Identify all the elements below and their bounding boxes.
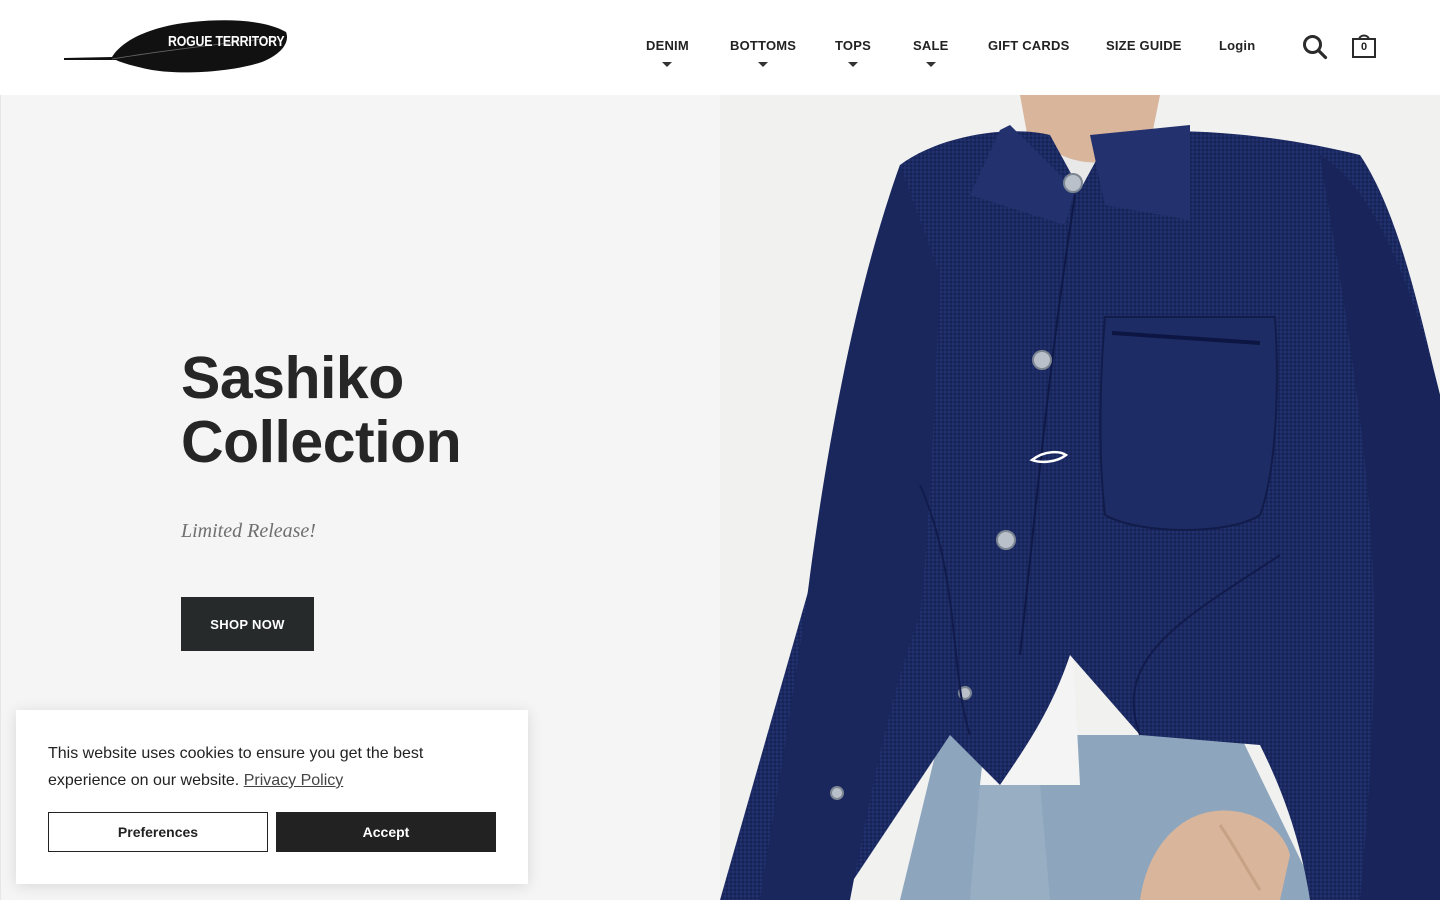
login-link[interactable]: Login [1219,38,1255,53]
nav-item-label: TOPS [835,38,871,53]
nav-item-size-guide[interactable]: SIZE GUIDE [1106,38,1182,53]
hero-title-line-1: Sashiko [181,345,404,411]
privacy-policy-link[interactable]: Privacy Policy [244,772,344,789]
hero-title-line-2: Collection [181,409,462,475]
cookie-message-text: This website uses cookies to ensure you … [48,745,424,789]
nav-item-tops[interactable]: TOPS [835,38,871,67]
hero-title: Sashiko Collection [181,346,601,474]
hero-subtitle: Limited Release! [181,520,316,542]
cookie-consent-banner: This website uses cookies to ensure you … [16,710,528,884]
chevron-down-icon [847,62,858,67]
nav-item-label: GIFT CARDS [988,38,1070,53]
logo-text: ROGUE TERRITORY [168,33,285,50]
preferences-button[interactable]: Preferences [48,812,268,852]
nav-item-denim[interactable]: DENIM [646,38,689,67]
brand-logo[interactable]: ROGUE TERRITORY [62,18,290,76]
cart-count-badge: 0 [1360,41,1368,53]
login-label: Login [1219,38,1256,53]
cookie-message: This website uses cookies to ensure you … [48,740,488,794]
nav-item-sale[interactable]: SALE [913,38,948,67]
nav-item-bottoms[interactable]: BOTTOMS [730,38,796,67]
nav-item-label: SIZE GUIDE [1106,38,1182,53]
nav-item-label: SALE [913,38,949,53]
nav-item-label: BOTTOMS [730,38,797,53]
chevron-down-icon [758,62,769,67]
hero-jacket-illustration [720,95,1440,900]
site-header: ROGUE TERRITORY DENIM BOTTOMS TOPS SALE … [0,0,1440,95]
hero-image [720,95,1440,900]
accept-button[interactable]: Accept [276,812,496,852]
search-icon[interactable] [1302,34,1328,60]
shop-now-button[interactable]: SHOP NOW [181,597,314,651]
nav-item-gift-cards[interactable]: GIFT CARDS [988,38,1069,53]
chevron-down-icon [662,62,673,67]
chevron-down-icon [925,62,936,67]
nav-item-label: DENIM [646,38,689,53]
shopping-bag-icon[interactable]: 0 [1351,32,1377,60]
